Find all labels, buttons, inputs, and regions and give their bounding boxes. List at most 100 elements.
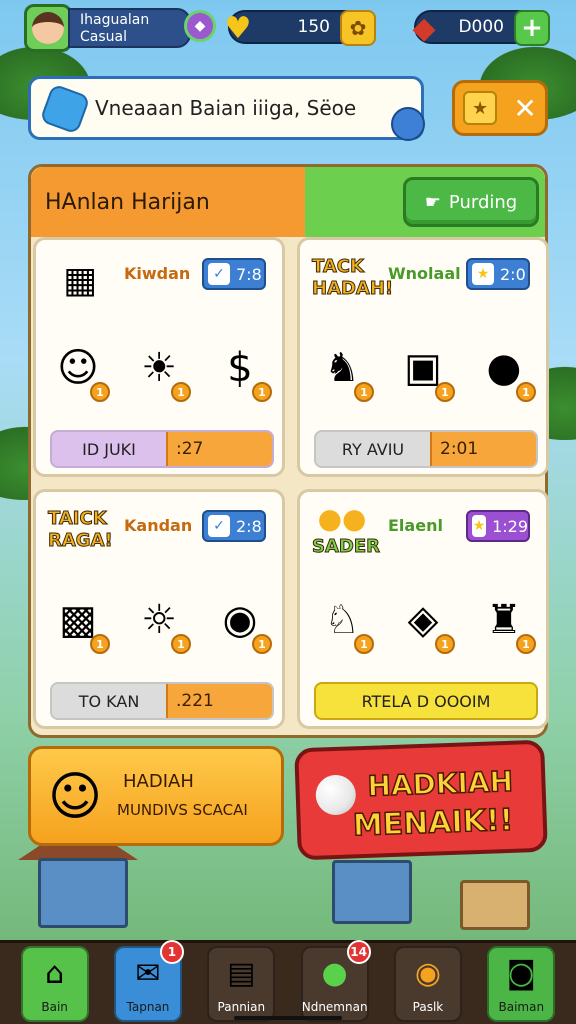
level-gem-icon[interactable]: ◆ bbox=[184, 10, 216, 42]
home-indicator[interactable] bbox=[234, 1016, 342, 1020]
promo-banner-right[interactable]: HADKIAH MENAIK!! bbox=[294, 739, 548, 861]
nav-label: Ndnemnan bbox=[301, 999, 368, 1014]
card-progress[interactable]: RTELA D OOOIM bbox=[314, 682, 538, 720]
card-title-art: SADER bbox=[312, 536, 381, 558]
progress-label: RTELA D OOOIM bbox=[361, 691, 491, 711]
message-bar[interactable]: Vneaaan Baian iiiga, Sëoe bbox=[28, 76, 425, 141]
item-count: 1 bbox=[516, 634, 536, 654]
pink-orb-icon[interactable]: ◉ 1 bbox=[208, 584, 272, 656]
avatar-face-icon bbox=[32, 12, 64, 44]
card-badge-value: 2:8 bbox=[236, 516, 262, 536]
card-progress: ID JUKI :27 bbox=[50, 430, 274, 468]
gem-icon: ◆ bbox=[412, 10, 436, 46]
card-title-art: TAICK RAGA! bbox=[48, 508, 114, 552]
add-gems-button[interactable]: + bbox=[514, 10, 550, 46]
notification-badge: 14 bbox=[346, 939, 371, 964]
message-text: Vneaaan Baian iiiga, Sëoe bbox=[95, 96, 357, 120]
gem-value: D000 bbox=[458, 17, 504, 37]
bottom-nav: ⌂ Bain ✉ Tapnan 1 ▤ Pannian ● Ndnemnan 1… bbox=[0, 939, 576, 1024]
card-badge-value: 2:0 bbox=[500, 264, 526, 284]
promo-left-line1: HADIAH bbox=[123, 771, 194, 792]
nav-item-camera[interactable]: ◙ Baiman bbox=[487, 945, 556, 1022]
promo-right-line2: MENAIK!! bbox=[352, 802, 515, 844]
coin-icon[interactable]: $1 bbox=[208, 332, 272, 404]
star-button[interactable]: ★ bbox=[463, 91, 498, 125]
blocks-icon: ▦ bbox=[62, 259, 97, 301]
card-items: ♘ 1 ◈ 1 ♜ 1 bbox=[310, 584, 536, 656]
close-panel: ★ ✕ bbox=[452, 80, 548, 136]
card-head-text: Kandan bbox=[124, 516, 193, 535]
pending-label: Purding bbox=[448, 191, 518, 213]
nav-item-coin[interactable]: ◉ Paslk bbox=[393, 945, 462, 1022]
card-badge-value: 7:8 bbox=[236, 264, 262, 284]
coin-icon: ◉ bbox=[414, 956, 442, 991]
reward-card[interactable]: TAICK RAGA! Kandan ✓ 2:8 ▩ 1 ☼ 1 ◉ 1 TO KAN .… bbox=[33, 489, 285, 729]
player-name-box: Ihagualan Casual bbox=[68, 8, 192, 48]
hand-icon: ☛ bbox=[424, 191, 441, 213]
item-count: 1 bbox=[252, 382, 272, 402]
panel-header: HAnlan Harijan bbox=[31, 167, 305, 237]
card-items: ☺ 1 ☀ 1 $1 bbox=[46, 332, 272, 404]
progress-label: TO KAN bbox=[78, 691, 140, 711]
panel-title: HAnlan Harijan bbox=[45, 189, 210, 215]
reward-card[interactable]: SADER ●● Elaenl ★ 1:29 ♘ 1 ◈ 1 ♜ 1 RTELA D O… bbox=[297, 489, 549, 729]
item-count: 1 bbox=[354, 382, 374, 402]
nav-item-chest[interactable]: ▤ Pannian bbox=[207, 945, 276, 1022]
ball-icon bbox=[315, 774, 357, 816]
item-count: 1 bbox=[90, 634, 110, 654]
card-items: ♞ 1 ▣ 1 ● 1 bbox=[310, 332, 536, 404]
gem-bubble-icon bbox=[39, 83, 91, 135]
cookies-icon: ●● bbox=[317, 501, 367, 535]
teddy-icon[interactable]: ♘ 1 bbox=[310, 584, 374, 656]
tablet-icon[interactable]: ▣ 1 bbox=[391, 332, 455, 404]
pending-button[interactable]: ☛ Purding bbox=[403, 177, 539, 227]
star-icon: ★ bbox=[472, 515, 487, 537]
progress-value: 2:01 bbox=[430, 432, 536, 466]
heart-currency: ♥ 150 ✿ bbox=[225, 10, 376, 46]
home-icon: ⌂ bbox=[45, 956, 65, 991]
player-name-line2: Casual bbox=[80, 29, 127, 45]
card-badge: ✓ 2:8 bbox=[202, 510, 266, 542]
promo-banner-left[interactable]: ☺ HADIAH MUNDIVS SCACAI bbox=[28, 746, 284, 846]
close-icon[interactable]: ✕ bbox=[513, 92, 536, 125]
promo-left-line2: MUNDIVS SCACAI bbox=[117, 801, 248, 819]
sun-character-icon[interactable]: ☀ 1 bbox=[127, 332, 191, 404]
brown-bear-icon[interactable]: ♜ 1 bbox=[472, 584, 536, 656]
player-profile[interactable]: Ihagualan Casual ◆ bbox=[24, 4, 216, 52]
cube-icon[interactable]: ▩ 1 bbox=[46, 584, 110, 656]
item-count: 1 bbox=[90, 382, 110, 402]
blue-orb-icon bbox=[391, 107, 425, 141]
nav-label: Paslk bbox=[412, 999, 444, 1014]
check-icon: ✓ bbox=[208, 263, 230, 285]
gift-icon[interactable]: ✿ bbox=[340, 10, 376, 46]
reward-card[interactable]: TACK HADAH! Wnolaal ★ 2:0 ♞ 1 ▣ 1 ● 1 RY AVIU… bbox=[297, 237, 549, 477]
daily-rewards-panel: HAnlan Harijan ☛ Purding ▦ Kiwdan ✓ 7:8 ☺… bbox=[28, 164, 549, 738]
player-name-line1: Ihagualan bbox=[80, 12, 150, 28]
promo-right-line1: HADKIAH bbox=[366, 764, 514, 804]
card-title-art: TACK HADAH! bbox=[311, 256, 394, 300]
sun-icon[interactable]: ☼ 1 bbox=[127, 584, 191, 656]
nav-item-apple[interactable]: ● Ndnemnan 14 bbox=[300, 939, 371, 1022]
item-count: 1 bbox=[516, 382, 536, 402]
card-progress: TO KAN .221 bbox=[50, 682, 274, 720]
bear-icon[interactable]: ♞ 1 bbox=[310, 332, 374, 404]
nav-label: Tapnan bbox=[126, 999, 170, 1014]
check-icon: ✓ bbox=[208, 515, 230, 537]
chest-icon: ▤ bbox=[227, 956, 256, 991]
card-badge: ✓ 7:8 bbox=[202, 258, 266, 290]
nav-label: Pannian bbox=[217, 999, 266, 1014]
card-head-text: Kiwdan bbox=[124, 264, 191, 283]
player-avatar[interactable] bbox=[24, 4, 72, 52]
panel-header-right: ☛ Purding bbox=[305, 167, 545, 237]
notification-badge: 1 bbox=[159, 939, 184, 964]
progress-label: RY AVIU bbox=[341, 439, 405, 459]
gem-currency: ◆ D000 + bbox=[412, 10, 550, 46]
card-head-text: Elaenl bbox=[388, 516, 443, 535]
reward-card[interactable]: ▦ Kiwdan ✓ 7:8 ☺ 1 ☀ 1 $1 ID JUKI :27 bbox=[33, 237, 285, 477]
green-gem-icon[interactable]: ◈ 1 bbox=[391, 584, 455, 656]
nav-item-home[interactable]: ⌂ Bain bbox=[20, 945, 89, 1022]
kid-icon[interactable]: ☺ 1 bbox=[46, 332, 110, 404]
nav-item-tasks[interactable]: ✉ Tapnan 1 bbox=[113, 939, 184, 1022]
nav-label: Bain bbox=[41, 999, 68, 1014]
purple-blob-icon[interactable]: ● 1 bbox=[472, 332, 536, 404]
